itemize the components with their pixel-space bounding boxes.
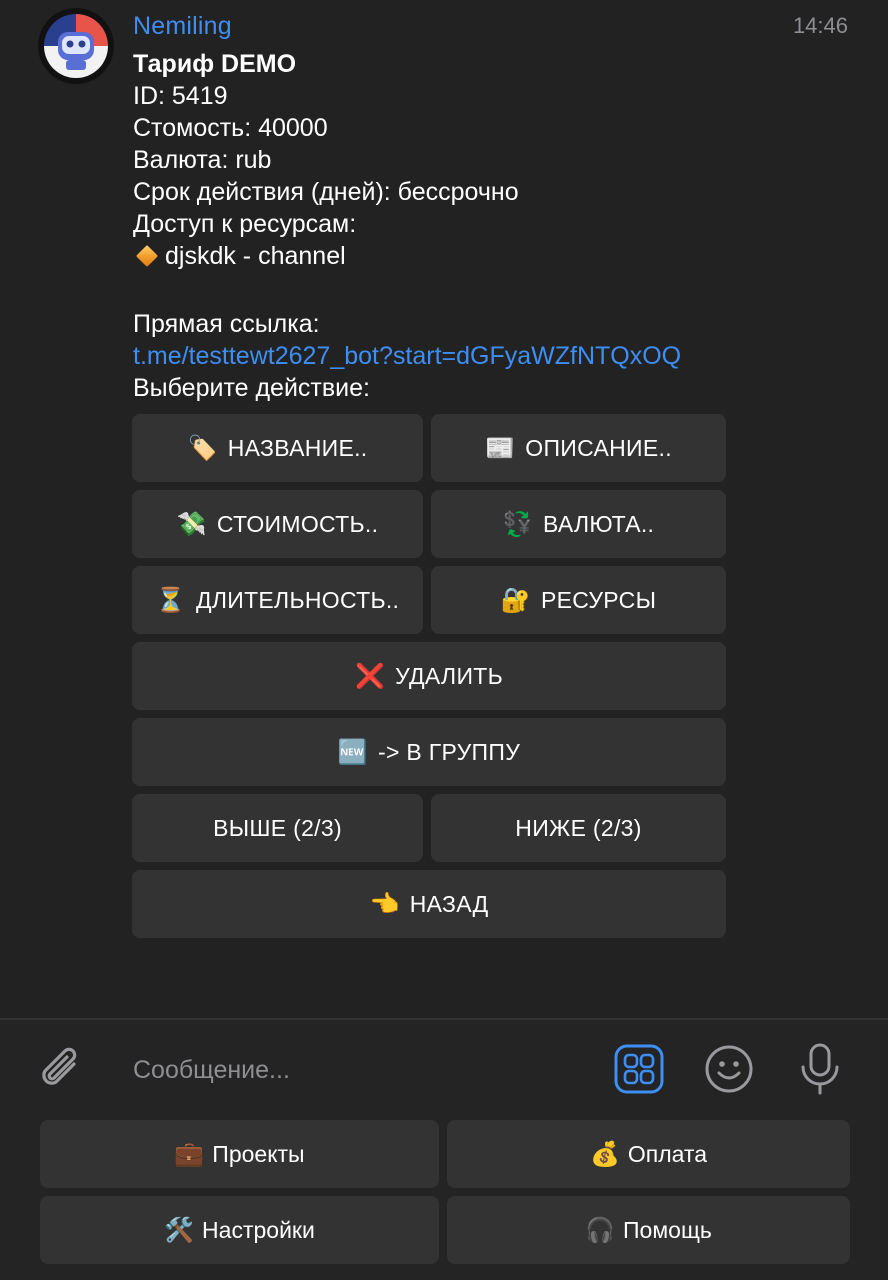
composer-panel: Сообщение... 💼 Проекты 💰 Оплата 🛠️ Настр… (0, 1018, 888, 1280)
tariff-title: Тариф DEMO (133, 50, 297, 78)
delete-button-label: УДАЛИТЬ (395, 662, 504, 689)
currency-button[interactable]: 💱 ВАЛЮТА.. (431, 490, 726, 558)
briefcase-icon: 💼 (174, 1140, 205, 1168)
headphones-icon: 🎧 (585, 1216, 616, 1244)
move-down-button-label: НИЖЕ (2/3) (515, 814, 642, 841)
bot-message: Nemiling 14:46 Тариф DEMO ID: 5419 Стомо… (0, 0, 888, 1018)
duration-button[interactable]: ⏳ ДЛИТЕЛЬНОСТЬ.. (132, 566, 423, 634)
direct-link-label: Прямая ссылка: (133, 310, 320, 338)
lock-with-key-icon: 🔐 (500, 586, 531, 614)
resource-item-label: djskdk - channel (165, 242, 346, 270)
message-text: Тариф DEMO ID: 5419 Стомость: 40000 Валю… (133, 48, 681, 404)
paperclip-icon (42, 1047, 77, 1085)
resources-button[interactable]: 🔐 РЕСУРСЫ (431, 566, 726, 634)
help-button[interactable]: 🎧 Помощь (447, 1196, 850, 1264)
settings-button-label: Настройки (202, 1216, 315, 1243)
tariff-duration: Срок действия (дней): бессрочно (133, 178, 519, 206)
pointing-left-icon: 👈 (369, 890, 400, 918)
money-with-wings-icon: 💸 (176, 510, 207, 538)
cross-mark-icon: ❌ (354, 662, 386, 690)
microphone-icon (801, 1043, 839, 1095)
tariff-cost: Стомость: 40000 (133, 114, 328, 142)
money-bag-icon: 💰 (589, 1140, 620, 1168)
new-badge-icon: 🆕 (337, 738, 369, 766)
duration-button-label: ДЛИТЕЛЬНОСТЬ.. (195, 586, 400, 613)
resources-header: Доступ к ресурсам: (133, 210, 357, 238)
resources-button-label: РЕСУРСЫ (540, 586, 657, 613)
orange-diamond-icon (135, 244, 159, 268)
payment-button[interactable]: 💰 Оплата (447, 1120, 850, 1188)
label-tag-icon: 🏷️ (187, 434, 218, 462)
name-button[interactable]: 🏷️ НАЗВАНИЕ.. (132, 414, 423, 482)
help-button-label: Помощь (623, 1216, 712, 1243)
projects-button-label: Проекты (212, 1140, 305, 1167)
hammer-wrench-icon: 🛠️ (164, 1216, 195, 1244)
currency-button-label: ВАЛЮТА.. (542, 510, 655, 537)
description-button[interactable]: 📰 ОПИСАНИЕ.. (431, 414, 726, 482)
resource-item: djskdk - channel (133, 240, 681, 272)
move-up-button-label: ВЫШЕ (2/3) (213, 814, 342, 841)
bot-commands-icon (614, 1044, 664, 1094)
back-button[interactable]: 👈 НАЗАД (132, 870, 726, 938)
hourglass-icon: ⏳ (155, 586, 186, 614)
voice-record-button[interactable] (798, 1042, 842, 1101)
settings-button[interactable]: 🛠️ Настройки (40, 1196, 439, 1264)
payment-button-label: Оплата (627, 1140, 707, 1167)
projects-button[interactable]: 💼 Проекты (40, 1120, 439, 1188)
newspaper-icon: 📰 (485, 434, 516, 462)
message-time: 14:46 (792, 13, 848, 38)
sender-name[interactable]: Nemiling (133, 12, 232, 41)
cost-button[interactable]: 💸 СТОИМОСТЬ.. (132, 490, 423, 558)
to-group-button-label: -> В ГРУППУ (378, 738, 521, 765)
avatar-robot-icon (40, 10, 112, 82)
attach-button[interactable] (38, 1044, 84, 1099)
direct-link[interactable]: t.me/testtewt2627_bot?start=dGFyaWZfNTQx… (133, 340, 681, 372)
tariff-currency: Валюта: rub (133, 146, 272, 174)
message-input[interactable]: Сообщение... (133, 1056, 290, 1085)
back-button-label: НАЗАД (409, 890, 489, 917)
move-down-button[interactable]: НИЖЕ (2/3) (431, 794, 726, 862)
description-button-label: ОПИСАНИЕ.. (525, 434, 672, 461)
bot-avatar[interactable] (40, 10, 112, 82)
name-button-label: НАЗВАНИЕ.. (227, 434, 368, 461)
emoji-button[interactable] (704, 1044, 754, 1099)
delete-button[interactable]: ❌ УДАЛИТЬ (132, 642, 726, 710)
choose-action-text: Выберите действие: (133, 374, 370, 402)
bot-commands-button[interactable] (614, 1044, 664, 1099)
to-group-button[interactable]: 🆕 -> В ГРУППУ (132, 718, 726, 786)
currency-exchange-icon: 💱 (502, 510, 533, 538)
smiley-icon (705, 1045, 753, 1093)
move-up-button[interactable]: ВЫШЕ (2/3) (132, 794, 423, 862)
tariff-id: ID: 5419 (133, 82, 228, 110)
cost-button-label: СТОИМОСТЬ.. (216, 510, 379, 537)
